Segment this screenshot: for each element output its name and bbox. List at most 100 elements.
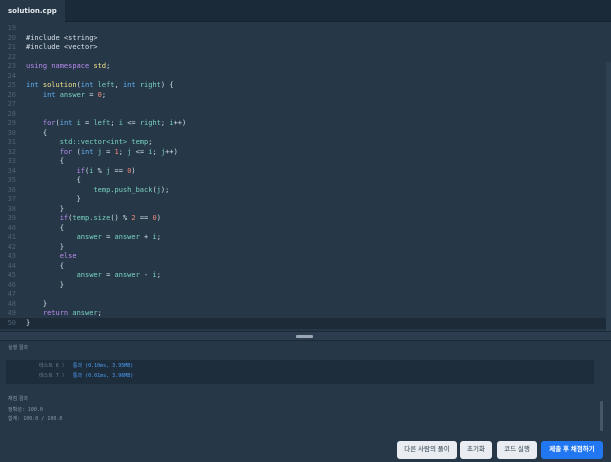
code-token: std::vector<int> temp xyxy=(59,138,149,146)
code-token: answer xyxy=(76,233,102,241)
code-token: ; xyxy=(156,271,161,279)
code-token: #include <string> xyxy=(26,33,98,42)
code-token: if xyxy=(76,166,86,175)
test-value: 통과 (0.01ms, 3.96MB) xyxy=(72,373,134,379)
code-token: answer xyxy=(114,233,140,241)
code-token: = xyxy=(85,90,98,99)
test-result-row: 테스트 6 〉 통과 (0.10ms, 3.95MB) xyxy=(39,362,133,371)
results-scrollbar[interactable] xyxy=(600,401,603,431)
code-token: ; xyxy=(118,147,128,156)
code-token: = xyxy=(101,147,115,156)
code-token: ); xyxy=(160,185,170,194)
code-token: { xyxy=(26,128,48,137)
submit-button[interactable]: 제출 후 채점하기 xyxy=(541,441,603,459)
code-token: + xyxy=(139,233,153,241)
code-token: ; xyxy=(101,90,107,99)
code-token: ; xyxy=(97,309,102,317)
editor-scrollbar[interactable] xyxy=(606,62,611,331)
code-token: #include <vector> xyxy=(26,43,98,51)
code-text: } xyxy=(26,318,30,330)
test-result-row: 테스트 7 〉 통과 (0.01ms, 3.96MB) xyxy=(39,372,133,381)
code-token: - xyxy=(139,271,153,279)
code-token: right xyxy=(139,119,161,127)
code-token: ) xyxy=(131,166,136,175)
code-token: int xyxy=(59,119,77,127)
code-token: <= xyxy=(122,119,140,127)
code-token: == xyxy=(135,214,153,222)
code-token: ++) xyxy=(165,147,178,156)
file-tab[interactable]: solution.cpp xyxy=(0,0,65,22)
code-editor[interactable]: 19 20 #include <string> 21 #include <vector>… xyxy=(0,22,611,331)
code-token: <= xyxy=(131,147,149,156)
code-token: left xyxy=(97,81,115,89)
code-token: ; xyxy=(156,233,161,241)
code-token: solution xyxy=(42,81,77,89)
code-token: answer xyxy=(72,309,98,317)
code-token: answer xyxy=(114,271,140,279)
code-token: return xyxy=(42,309,73,317)
accuracy-text: 정확성: 100.0 xyxy=(8,407,43,413)
code-token: } xyxy=(26,204,64,213)
code-line: 50} xyxy=(0,317,611,330)
code-token: left xyxy=(93,119,111,127)
code-token: ( xyxy=(72,147,81,156)
drag-handle-icon[interactable] xyxy=(296,335,313,338)
reset-button[interactable]: 초기화 xyxy=(460,441,492,459)
code-token: answer xyxy=(59,90,86,99)
code-token: () % xyxy=(110,214,132,222)
pane-splitter[interactable] xyxy=(0,331,611,341)
total-score-text: 합계: 100.0 / 100.0 xyxy=(8,416,63,422)
code-token: int xyxy=(42,90,60,99)
code-token: } xyxy=(26,318,31,327)
code-token: } xyxy=(26,299,48,308)
code-token: = xyxy=(101,233,115,241)
action-bar: 다른 사람의 풀이 초기화 코드 실행 제출 후 채점하기 xyxy=(0,434,611,462)
code-token: temp.size xyxy=(72,214,111,222)
code-token: ; xyxy=(148,138,153,146)
code-token: } xyxy=(26,280,64,289)
code-token: == xyxy=(110,166,128,175)
code-token: temp.push_back xyxy=(93,185,153,194)
code-token: ) xyxy=(156,214,161,222)
code-token: answer xyxy=(76,271,102,279)
test-value: 통과 (0.10ms, 3.95MB) xyxy=(72,363,134,369)
score-title: 채점 결과 xyxy=(8,396,28,402)
code-token: } xyxy=(26,242,64,251)
code-token: ++) xyxy=(173,119,187,127)
line-number: 50 xyxy=(7,318,16,327)
code-token: if xyxy=(59,214,69,222)
test-label: 테스트 6 〉 xyxy=(39,363,67,369)
code-token: ; xyxy=(106,62,111,70)
code-token: for xyxy=(42,119,56,127)
code-token: % xyxy=(93,166,107,175)
code-token: , xyxy=(114,81,123,89)
code-token: ; xyxy=(110,119,119,127)
run-code-button[interactable]: 코드 실행 xyxy=(497,441,537,459)
others-solutions-button[interactable]: 다른 사람의 풀이 xyxy=(397,441,457,459)
test-results-box: 테스트 6 〉 통과 (0.10ms, 3.95MB) 테스트 7 〉 통과 (… xyxy=(6,360,594,384)
code-token: int xyxy=(80,147,98,156)
code-token: { xyxy=(26,261,64,270)
code-token: else xyxy=(59,252,77,260)
test-label: 테스트 7 〉 xyxy=(39,373,67,379)
tab-bar: solution.cpp xyxy=(0,0,611,22)
code-token: } xyxy=(26,195,81,203)
code-token: { xyxy=(26,176,81,184)
code-token: = xyxy=(80,119,94,127)
code-token: using namespace xyxy=(26,62,94,70)
code-token: for xyxy=(59,147,73,156)
code-token: { xyxy=(26,223,64,232)
results-title: 실행 결과 xyxy=(8,345,28,351)
code-token: { xyxy=(26,157,64,165)
code-token: int xyxy=(122,81,140,89)
